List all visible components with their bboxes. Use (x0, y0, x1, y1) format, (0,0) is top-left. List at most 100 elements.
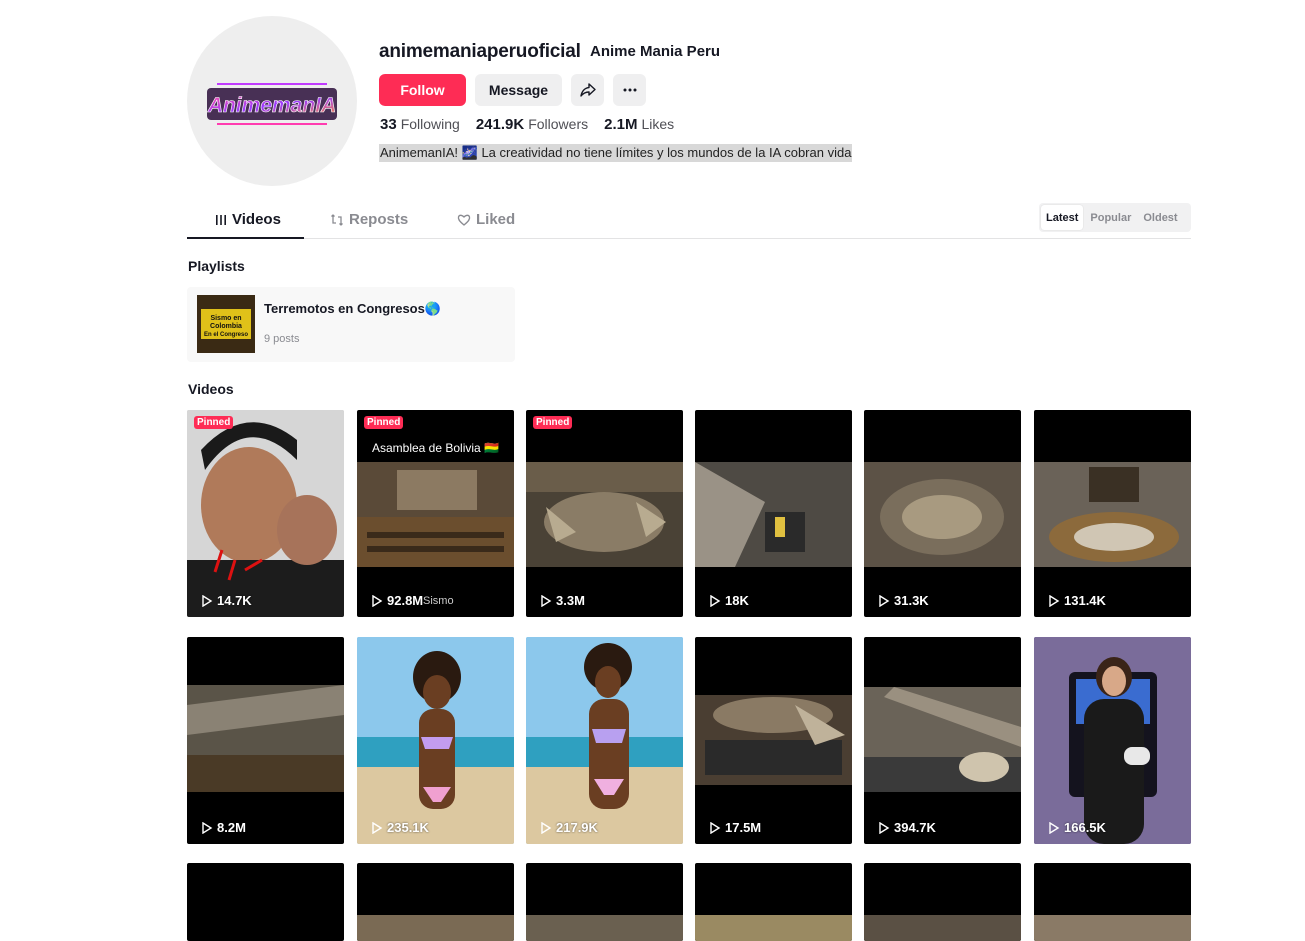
view-count-value: 8.2M (217, 820, 246, 835)
message-button[interactable]: Message (475, 74, 562, 106)
video-card[interactable]: Pinned 3.3M (526, 410, 683, 617)
profile-avatar[interactable]: AnimemanIA (187, 16, 357, 186)
play-icon (372, 821, 383, 834)
sort-popular[interactable]: Popular (1085, 205, 1136, 230)
animemania-logo: AnimemanIA (207, 83, 337, 125)
play-icon (1049, 821, 1060, 834)
video-thumbnail (1034, 915, 1191, 941)
profile-nickname: Anime Mania Peru (590, 43, 721, 60)
video-thumbnail (357, 637, 514, 844)
svg-text:Sismo en: Sismo en (210, 315, 241, 322)
video-thumbnail (695, 695, 852, 785)
following-stat[interactable]: 33 Following (380, 116, 460, 133)
share-button[interactable] (571, 74, 604, 106)
playlist-thumbnail: Sismo en Colombia En el Congreso (197, 295, 255, 353)
sort-toggle: Latest Popular Oldest (1039, 203, 1191, 232)
video-caption: Asamblea de Bolivia 🇧🇴 (371, 441, 499, 455)
likes-count: 2.1M (604, 116, 638, 133)
video-caption-extra: Sismo (423, 595, 454, 607)
video-card[interactable]: 18K (695, 410, 852, 617)
view-count: 235.1K (371, 820, 429, 835)
repost-icon (331, 213, 343, 226)
playlist-card[interactable]: Sismo en Colombia En el Congreso Terremo… (187, 287, 515, 362)
video-thumbnail (864, 915, 1021, 941)
pinned-badge: Pinned (194, 416, 234, 429)
svg-text:AnimemanIA: AnimemanIA (207, 94, 336, 117)
video-card[interactable] (695, 863, 852, 941)
tab-reposts[interactable]: Reposts (330, 211, 408, 228)
svg-text:En el Congreso: En el Congreso (204, 332, 248, 338)
more-options-button[interactable] (613, 74, 646, 106)
video-thumbnail (695, 462, 852, 567)
tab-liked-label: Liked (476, 211, 516, 228)
followers-count: 241.9K (475, 116, 525, 133)
play-icon (202, 594, 213, 607)
profile-username: animemaniaperuoficial (379, 41, 581, 62)
view-count: 3.3M (540, 593, 585, 608)
view-count: 131.4K (1048, 593, 1106, 608)
video-thumbnail (187, 685, 344, 792)
view-count: 394.7K (878, 820, 936, 835)
sort-latest[interactable]: Latest (1041, 205, 1084, 230)
video-thumbnail (864, 687, 1021, 792)
video-thumbnail (1034, 637, 1191, 844)
followers-stat[interactable]: 241.9K Followers (476, 116, 588, 133)
view-count: 8.2M (201, 820, 246, 835)
play-icon (202, 821, 213, 834)
active-tab-indicator (187, 237, 304, 239)
view-count: 31.3K (878, 593, 929, 608)
video-card[interactable]: 31.3K (864, 410, 1021, 617)
view-count-value: 166.5K (1064, 820, 1106, 835)
tab-videos[interactable]: Videos (215, 211, 281, 228)
video-card[interactable]: 131.4K (1034, 410, 1191, 617)
view-count-value: 235.1K (387, 820, 429, 835)
play-icon (710, 594, 721, 607)
video-thumbnail (526, 462, 683, 567)
video-card[interactable]: 394.7K (864, 637, 1021, 844)
video-thumbnail (864, 462, 1021, 567)
view-count: 166.5K (1048, 820, 1106, 835)
view-count-value: 131.4K (1064, 593, 1106, 608)
follow-button[interactable]: Follow (379, 74, 466, 106)
video-card[interactable]: 217.9K (526, 637, 683, 844)
pinned-badge: Pinned (364, 416, 404, 429)
view-count: 92.8M (371, 593, 423, 608)
view-count: 17.5M (709, 820, 761, 835)
tab-videos-label: Videos (232, 211, 281, 228)
video-thumbnail (695, 915, 852, 941)
playlist-count: 9 posts (264, 333, 300, 345)
videos-heading: Videos (188, 381, 234, 397)
playlist-name: Terremotos en Congresos🌎 (264, 301, 442, 316)
svg-text:Colombia: Colombia (210, 323, 242, 330)
view-count: 14.7K (201, 593, 252, 608)
video-card[interactable] (526, 863, 683, 941)
video-card[interactable] (187, 863, 344, 941)
tab-liked[interactable]: Liked (457, 211, 515, 228)
view-count-value: 31.3K (894, 593, 929, 608)
video-card[interactable]: Pinned 14.7K (187, 410, 344, 617)
video-card[interactable]: 17.5M (695, 637, 852, 844)
video-card[interactable]: 235.1K (357, 637, 514, 844)
play-icon (879, 594, 890, 607)
video-thumbnail (526, 637, 683, 844)
view-count: 217.9K (540, 820, 598, 835)
video-thumbnail (357, 915, 514, 941)
video-card[interactable]: Pinned Asamblea de Bolivia 🇧🇴 92.8M Sism… (357, 410, 514, 617)
play-icon (541, 594, 552, 607)
video-card[interactable]: 166.5K (1034, 637, 1191, 844)
pinned-badge: Pinned (533, 416, 573, 429)
video-card[interactable] (357, 863, 514, 941)
video-card[interactable] (1034, 863, 1191, 941)
following-label: Following (400, 116, 460, 132)
video-card[interactable]: 8.2M (187, 637, 344, 844)
play-icon (879, 821, 890, 834)
view-count-value: 17.5M (725, 820, 762, 835)
sort-oldest[interactable]: Oldest (1138, 205, 1182, 230)
play-icon (710, 821, 721, 834)
video-card[interactable] (864, 863, 1021, 941)
playlists-heading: Playlists (188, 258, 245, 274)
view-count: 18K (709, 593, 749, 608)
tab-reposts-label: Reposts (349, 211, 409, 228)
view-count-value: 3.3M (556, 593, 585, 608)
likes-stat: 2.1M Likes (604, 116, 674, 133)
